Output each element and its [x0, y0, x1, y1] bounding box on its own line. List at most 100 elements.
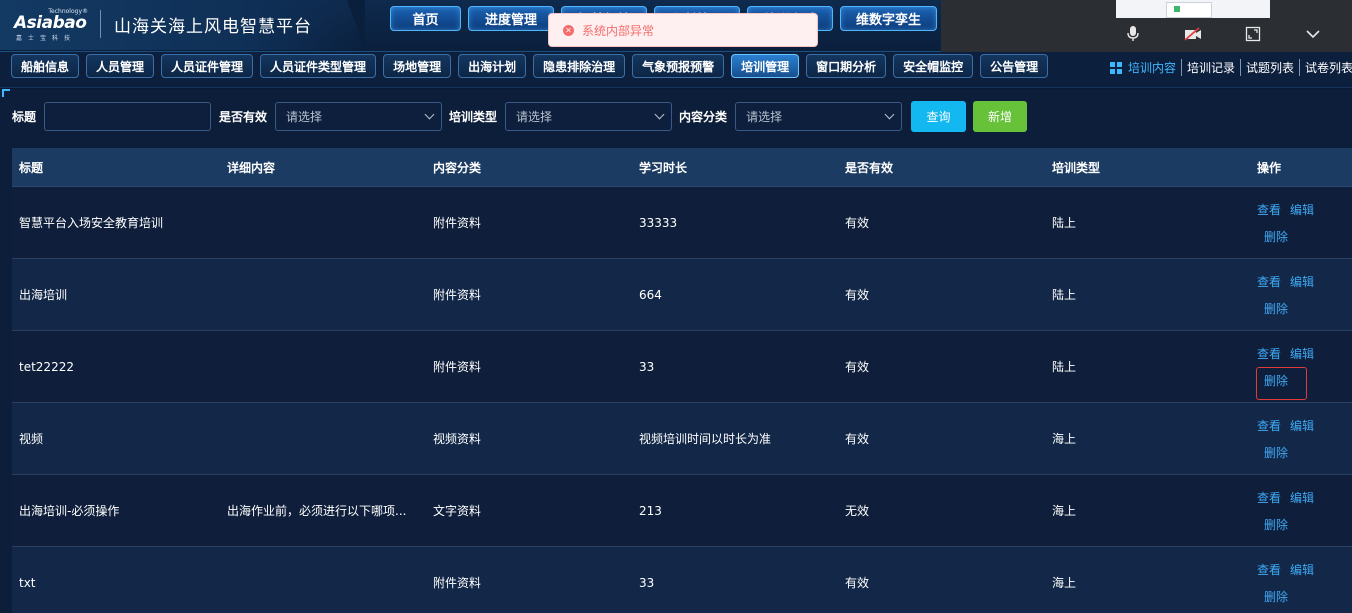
sub-nav-weather[interactable]: 气象预报预警	[632, 54, 725, 78]
cell-type: 海上	[1052, 432, 1077, 446]
view-link[interactable]: 查看	[1257, 273, 1281, 290]
sub-nav-bar: 船舶信息 人员管理 人员证件管理 人员证件类型管理 场地管理 出海计划 隐患排除…	[0, 52, 1352, 88]
sub-nav-certificate-types[interactable]: 人员证件类型管理	[260, 54, 377, 78]
row-actions: 查看 编辑 删除	[1252, 561, 1352, 605]
edit-link[interactable]: 编辑	[1290, 489, 1314, 506]
sub-nav-hazards[interactable]: 隐患排除治理	[533, 54, 626, 78]
table-row: 视频 视频资料 视频培训时间以时长为准 有效 海上 查看 编辑 删除	[12, 403, 1352, 475]
cell-duration: 视频培训时间以时长为准	[639, 432, 772, 446]
view-link[interactable]: 查看	[1257, 201, 1281, 218]
error-toast: ✕ 系统内部异常	[548, 13, 818, 47]
cell-type: 陆上	[1052, 288, 1077, 302]
breadcrumb: 培训内容 培训记录 试题列表 试卷列表	[1110, 59, 1352, 76]
cell-detail: 出海作业前，必须进行以下哪项...	[227, 504, 407, 518]
logo-brand-text: Asiabao	[14, 13, 87, 33]
cell-type: 海上	[1052, 504, 1077, 518]
video-thumbnail	[1116, 0, 1270, 18]
query-button[interactable]: 查询	[911, 101, 966, 132]
column-header-valid: 是否有效	[845, 160, 894, 175]
title-filter-input[interactable]	[44, 101, 212, 131]
cell-category: 附件资料	[433, 360, 482, 374]
top-nav-progress[interactable]: 进度管理	[468, 6, 554, 31]
edit-link[interactable]: 编辑	[1290, 345, 1314, 362]
video-panel	[941, 0, 1352, 52]
breadcrumb-paper-list[interactable]: 试卷列表	[1299, 59, 1352, 76]
cell-valid: 有效	[845, 432, 870, 446]
logo-block: Technology® Asiabao 嘉士宝科技 山海关海上风电智慧平台	[0, 0, 365, 50]
view-link[interactable]: 查看	[1257, 417, 1281, 434]
row-actions: 查看 编辑 删除	[1252, 201, 1352, 245]
sub-nav-helmet[interactable]: 安全帽监控	[893, 54, 974, 78]
cell-title: tet22222	[19, 359, 74, 374]
category-filter-select[interactable]: 请选择	[735, 101, 903, 131]
chevron-down-icon	[654, 109, 665, 119]
cell-title: 视频	[19, 432, 44, 446]
add-button[interactable]: 新增	[973, 101, 1027, 132]
sub-nav-sea-plan[interactable]: 出海计划	[458, 54, 527, 78]
sub-nav-training[interactable]: 培训管理	[731, 54, 800, 78]
column-header-category: 内容分类	[433, 160, 482, 175]
sub-nav-ship-info[interactable]: 船舶信息	[11, 54, 80, 78]
delete-link[interactable]: 删除	[1264, 588, 1288, 605]
category-filter-label: 内容分类	[679, 109, 728, 124]
mic-icon[interactable]	[1124, 25, 1142, 43]
row-actions: 查看 编辑 删除	[1252, 489, 1352, 533]
cell-category: 附件资料	[433, 576, 482, 590]
sub-nav-sites[interactable]: 场地管理	[383, 54, 452, 78]
grid-icon	[1110, 61, 1122, 74]
cell-valid: 有效	[845, 216, 870, 230]
logo-sub-text: 嘉士宝科技	[16, 35, 77, 42]
valid-filter-label: 是否有效	[219, 109, 268, 124]
cell-category: 文字资料	[433, 504, 482, 518]
edit-link[interactable]: 编辑	[1290, 417, 1314, 434]
cell-category: 附件资料	[433, 216, 482, 230]
cell-type: 陆上	[1052, 360, 1077, 374]
top-nav-twin[interactable]: 维数字孪生	[840, 6, 937, 31]
view-link[interactable]: 查看	[1257, 489, 1281, 506]
edit-link[interactable]: 编辑	[1290, 201, 1314, 218]
cell-title: 智慧平台入场安全教育培训	[19, 216, 164, 230]
table-row: tet22222 附件资料 33 有效 陆上 查看 编辑 删除	[12, 331, 1352, 403]
type-filter-select[interactable]: 请选择	[505, 101, 673, 131]
delete-link[interactable]: 删除	[1264, 516, 1288, 533]
edit-link[interactable]: 编辑	[1290, 561, 1314, 578]
view-link[interactable]: 查看	[1257, 345, 1281, 362]
breadcrumb-question-list[interactable]: 试题列表	[1240, 59, 1299, 76]
cell-valid: 无效	[845, 504, 870, 518]
category-filter-placeholder: 请选择	[746, 109, 783, 124]
breadcrumb-training-records[interactable]: 培训记录	[1181, 59, 1240, 76]
view-link[interactable]: 查看	[1257, 561, 1281, 578]
sub-nav-personnel[interactable]: 人员管理	[86, 54, 155, 78]
chevron-down-icon[interactable]	[1304, 25, 1322, 43]
edit-link[interactable]: 编辑	[1290, 273, 1314, 290]
title-filter-label: 标题	[12, 109, 37, 124]
cell-valid: 有效	[845, 288, 870, 302]
top-nav-home[interactable]: 首页	[390, 6, 461, 31]
cell-valid: 有效	[845, 360, 870, 374]
sub-nav-window-analysis[interactable]: 窗口期分析	[806, 54, 887, 78]
cell-duration: 33	[639, 575, 655, 590]
sub-nav-certificates[interactable]: 人员证件管理	[161, 54, 254, 78]
cell-type: 海上	[1052, 576, 1077, 590]
breadcrumb-training-content[interactable]: 培训内容	[1128, 59, 1181, 76]
table-row: txt 附件资料 33 有效 海上 查看 编辑 删除	[12, 547, 1352, 613]
sub-nav: 船舶信息 人员管理 人员证件管理 人员证件类型管理 场地管理 出海计划 隐患排除…	[11, 54, 1049, 78]
valid-filter-select[interactable]: 请选择	[275, 101, 443, 131]
panel-corner	[2, 89, 10, 97]
delete-link[interactable]: 删除	[1264, 228, 1288, 245]
cell-duration: 213	[639, 503, 662, 518]
column-header-detail: 详细内容	[227, 160, 276, 175]
fullscreen-icon[interactable]	[1244, 25, 1262, 43]
sub-nav-notices[interactable]: 公告管理	[980, 54, 1049, 78]
camera-off-icon[interactable]	[1184, 25, 1202, 43]
cell-title: 出海培训	[19, 288, 68, 302]
cell-valid: 有效	[845, 576, 870, 590]
table-row: 出海培训 附件资料 664 有效 陆上 查看 编辑 删除	[12, 259, 1352, 331]
toast-message: 系统内部异常	[582, 23, 655, 38]
chevron-down-icon	[884, 109, 895, 119]
delete-link[interactable]: 删除	[1264, 300, 1288, 317]
cell-category: 附件资料	[433, 288, 482, 302]
delete-link[interactable]: 删除	[1264, 444, 1288, 461]
logo-divider	[100, 10, 101, 38]
company-logo: Technology® Asiabao 嘉士宝科技	[14, 8, 88, 42]
